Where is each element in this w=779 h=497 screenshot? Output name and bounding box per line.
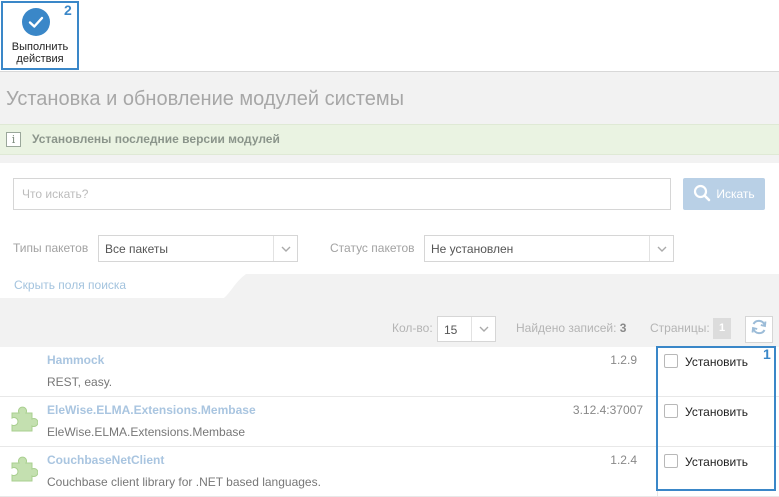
- count-value: 15: [444, 323, 458, 337]
- count-select[interactable]: 15: [437, 316, 496, 342]
- search-button[interactable]: Искать: [683, 178, 765, 210]
- install-label[interactable]: Установить: [685, 405, 748, 419]
- packages-table: Hammock REST, easy. 1.2.9 Установить Ele…: [0, 347, 779, 497]
- package-types-label: Типы пакетов: [13, 241, 89, 255]
- package-name-link[interactable]: EleWise.ELMA.Extensions.Membase: [47, 403, 256, 417]
- package-name-link[interactable]: Hammock: [47, 353, 104, 367]
- page-title: Установка и обновление модулей системы: [6, 88, 404, 110]
- refresh-icon: [750, 318, 768, 341]
- install-checkbox[interactable]: [664, 404, 678, 418]
- search-button-label: Искать: [716, 187, 755, 201]
- table-row: Hammock REST, easy. 1.2.9 Установить: [0, 347, 779, 397]
- package-types-select[interactable]: Все пакеты: [98, 235, 298, 262]
- count-label: Кол-во:: [392, 321, 433, 335]
- refresh-button[interactable]: [745, 316, 773, 343]
- package-name-link[interactable]: CouchbaseNetClient: [47, 453, 164, 467]
- pages-label: Страницы:: [650, 321, 710, 335]
- found-records-value: 3: [619, 321, 627, 335]
- package-status-select[interactable]: Не установлен: [424, 235, 674, 262]
- package-description: EleWise.ELMA.Extensions.Membase: [47, 425, 246, 439]
- package-version: 1.2.4: [610, 453, 637, 467]
- table-row: CouchbaseNetClient Couchbase client libr…: [0, 447, 779, 497]
- install-checkbox[interactable]: [664, 354, 678, 368]
- info-text: Установлены последние версии модулей: [32, 132, 280, 146]
- chevron-down-icon: [471, 317, 495, 341]
- found-records: Найдено записей: 3: [516, 321, 626, 335]
- search-input[interactable]: [13, 178, 671, 210]
- package-description: REST, easy.: [47, 375, 113, 389]
- panel-tab-shape: [218, 274, 779, 302]
- install-label[interactable]: Установить: [685, 455, 748, 469]
- found-records-label: Найдено записей:: [516, 321, 617, 335]
- package-description: Couchbase client library for .NET based …: [47, 475, 321, 489]
- toolbar: Выполнить действия 2: [0, 0, 779, 72]
- page-number-current[interactable]: 1: [713, 318, 731, 339]
- table-row: EleWise.ELMA.Extensions.Membase EleWise.…: [0, 397, 779, 447]
- info-banner: i Установлены последние версии модулей: [0, 124, 779, 155]
- info-icon: i: [6, 132, 21, 147]
- package-status-value: Не установлен: [431, 242, 514, 256]
- search-icon: [693, 184, 711, 205]
- puzzle-piece-icon: [8, 454, 39, 489]
- annotation-badge-1: 1: [763, 346, 771, 362]
- execute-actions-label: Выполнить действия: [11, 41, 69, 65]
- install-label[interactable]: Установить: [685, 355, 748, 369]
- package-status-label: Статус пакетов: [330, 241, 415, 255]
- package-types-value: Все пакеты: [105, 242, 168, 256]
- install-checkbox[interactable]: [664, 454, 678, 468]
- package-version: 3.12.4:37007: [572, 403, 643, 417]
- check-icon: [22, 8, 50, 36]
- chevron-down-icon: [649, 236, 673, 261]
- annotation-badge-2: 2: [64, 2, 72, 18]
- puzzle-piece-icon: [8, 404, 39, 439]
- column-divider: [657, 347, 658, 497]
- package-version: 1.2.9: [610, 353, 637, 367]
- chevron-down-icon: [273, 236, 297, 261]
